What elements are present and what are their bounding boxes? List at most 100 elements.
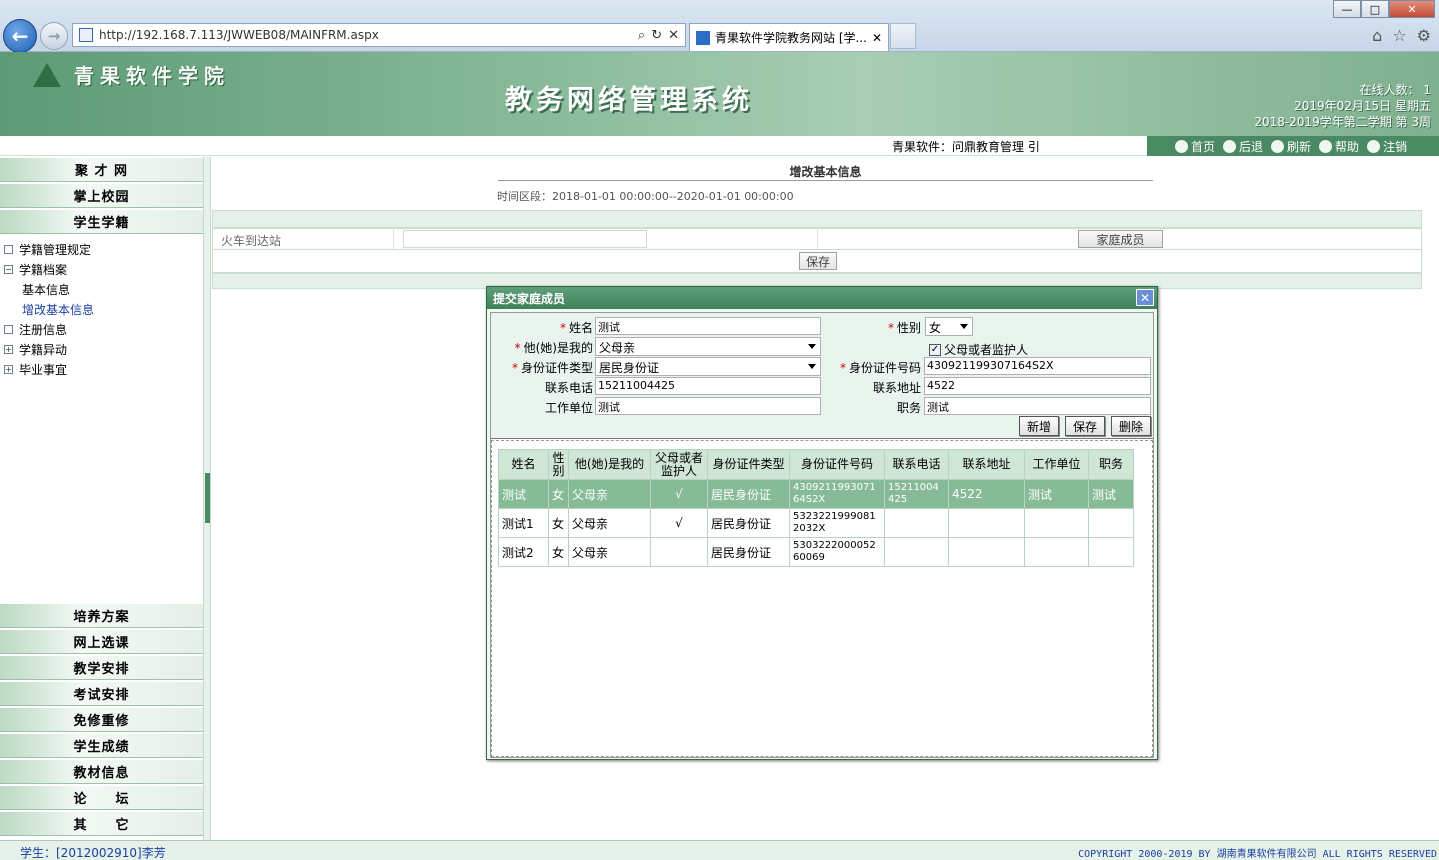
train-station-input[interactable] bbox=[403, 230, 647, 248]
time-range: 时间区段：2018-01-01 00:00:00--2020-01-01 00:… bbox=[497, 190, 794, 203]
search-icon[interactable]: ⌕ bbox=[638, 28, 645, 43]
col-header: 性别 bbox=[548, 449, 569, 480]
job-label: 职务 bbox=[896, 401, 921, 415]
forward-arrow-icon[interactable]: → bbox=[40, 22, 68, 50]
table-row[interactable]: 测试2 女父母亲 居民身份证 530322200005260069 bbox=[498, 537, 1134, 567]
workplace-field[interactable]: 测试 bbox=[595, 397, 821, 415]
tree-item-basic-info[interactable]: 基本信息 bbox=[4, 279, 203, 299]
new-tab-button[interactable] bbox=[890, 23, 916, 49]
browser-chrome: ← → http://192.168.7.113/JWWEB08/MAINFRM… bbox=[0, 0, 1439, 53]
menu-header-retake[interactable]: 免修重修 bbox=[0, 708, 203, 732]
tree-item-edit-basic-info[interactable]: 增改基本信息 bbox=[4, 299, 203, 319]
menu-header-campus[interactable]: 掌上校园 bbox=[0, 184, 203, 208]
student-info: 学生：[2012002910]李芳 bbox=[20, 846, 166, 860]
tree-item-change[interactable]: + 学籍异动 bbox=[4, 339, 203, 359]
chevron-down-icon bbox=[808, 364, 816, 369]
maximize-button[interactable]: □ bbox=[1361, 0, 1389, 18]
family-members-button[interactable]: 家庭成员 bbox=[1078, 230, 1163, 248]
close-icon[interactable]: ✕ bbox=[1136, 289, 1154, 306]
tab-close-icon[interactable]: ✕ bbox=[872, 31, 882, 45]
page-title: 增改基本信息 bbox=[789, 165, 862, 179]
address-url[interactable]: http://192.168.7.113/JWWEB08/MAINFRM.asp… bbox=[99, 28, 638, 42]
home-icon[interactable]: ⌂ bbox=[1372, 26, 1382, 45]
address-field[interactable]: 4522 bbox=[924, 377, 1151, 395]
panel-splitter[interactable] bbox=[203, 157, 211, 840]
nav-refresh[interactable]: 刷新 bbox=[1271, 138, 1311, 155]
page-icon bbox=[79, 28, 93, 42]
menu-header-plan[interactable]: 培养方案 bbox=[0, 604, 203, 628]
close-window-button[interactable]: ✕ bbox=[1389, 0, 1435, 18]
dialog-save-button[interactable]: 保存 bbox=[1065, 416, 1105, 436]
tree-item-graduation[interactable]: + 毕业事宜 bbox=[4, 359, 203, 379]
online-count: 在线人数： 1 bbox=[1359, 83, 1431, 97]
menu-header-teaching[interactable]: 教学安排 bbox=[0, 656, 203, 680]
system-title: 教务网络管理系统 bbox=[505, 85, 753, 116]
menu-header-other[interactable]: 其 它 bbox=[0, 812, 203, 836]
nav-logout[interactable]: 注销 bbox=[1367, 138, 1407, 155]
idtype-select[interactable]: 居民身份证 bbox=[595, 357, 821, 376]
nav-help[interactable]: 帮助 bbox=[1319, 138, 1359, 155]
delete-button[interactable]: 删除 bbox=[1111, 416, 1151, 436]
checkbox-icon[interactable]: ✓ bbox=[929, 343, 941, 356]
site-logo: 青果软件学院 bbox=[30, 60, 230, 89]
collapse-handle[interactable] bbox=[205, 473, 210, 523]
dialog-form: * 姓名 测试 * 性别 女 * 他(她)是我的 父母亲 ✓ 父母或者监护人 * 身份证件… bbox=[491, 313, 1153, 439]
job-field[interactable]: 测试 bbox=[924, 397, 1151, 415]
collapse-icon: − bbox=[4, 264, 13, 274]
save-button[interactable]: 保存 bbox=[799, 252, 837, 270]
member-grid-area: 姓名 性别 他(她)是我的 父母或者监护人 身份证件类型 身份证件号码 联系电话… bbox=[491, 440, 1153, 757]
col-header: 身份证件类型 bbox=[707, 449, 790, 480]
col-header: 职务 bbox=[1088, 449, 1134, 480]
gender-select[interactable]: 女 bbox=[925, 317, 973, 336]
browser-tab[interactable]: 青果软件学院教务网站 [学... ✕ bbox=[689, 23, 889, 51]
minimize-button[interactable]: — bbox=[1333, 0, 1361, 18]
menu-header-forum[interactable]: 论 坛 bbox=[0, 786, 203, 810]
refresh-icon bbox=[1271, 139, 1285, 153]
tree-item-registration[interactable]: 注册信息 bbox=[4, 319, 203, 339]
relation-label: * 他(她)是我的 bbox=[514, 341, 593, 355]
phone-field[interactable]: 15211004425 bbox=[595, 377, 821, 395]
power-icon bbox=[1367, 139, 1381, 153]
address-bar[interactable]: http://192.168.7.113/JWWEB08/MAINFRM.asp… bbox=[72, 23, 686, 47]
menu-header-course-select[interactable]: 网上选课 bbox=[0, 630, 203, 654]
menu-header-juzai[interactable]: 聚 才 网 bbox=[0, 158, 203, 182]
star-icon[interactable]: ☆ bbox=[1392, 26, 1406, 45]
menu-header-status[interactable]: 学生学籍 bbox=[0, 210, 203, 234]
back-arrow-icon[interactable]: ← bbox=[3, 19, 37, 53]
name-label: * 姓名 bbox=[559, 321, 593, 335]
dialog-body: * 姓名 测试 * 性别 女 * 他(她)是我的 父母亲 ✓ 父母或者监护人 * 身份证件… bbox=[490, 312, 1154, 758]
menu-header-exam[interactable]: 考试安排 bbox=[0, 682, 203, 706]
guardian-checkbox[interactable]: ✓ 父母或者监护人 bbox=[929, 341, 1028, 358]
menu-header-textbooks[interactable]: 教材信息 bbox=[0, 760, 203, 784]
copyright: COPYRIGHT 2000-2019 BY 湖南青果软件有限公司 ALL RI… bbox=[1078, 849, 1437, 860]
form-row: 火车到达站 家庭成员 bbox=[212, 228, 1422, 250]
current-term: 2018-2019学年第二学期 第 3周 bbox=[1254, 115, 1431, 129]
table-row[interactable]: 测试1 女父母亲 √ 居民身份证 53232219990812032X bbox=[498, 508, 1134, 538]
nav-home[interactable]: 首页 bbox=[1175, 138, 1215, 155]
add-button[interactable]: 新增 bbox=[1019, 416, 1059, 436]
gear-icon[interactable]: ⚙ bbox=[1417, 26, 1431, 45]
col-header: 工作单位 bbox=[1024, 449, 1089, 480]
tab-favicon bbox=[696, 30, 710, 45]
col-header: 联系电话 bbox=[884, 449, 949, 480]
col-header: 身份证件号码 bbox=[789, 449, 885, 480]
site-header: 青果软件学院 教务网络管理系统 在线人数： 1 2019年02月15日 星期五 … bbox=[0, 52, 1439, 136]
table-row[interactable]: 测试女父母亲 √ 居民身份证 430921199307164S2X 1521100442… bbox=[498, 479, 1134, 509]
nav-back[interactable]: 后退 bbox=[1223, 138, 1263, 155]
tree-item-rules[interactable]: 学籍管理规定 bbox=[4, 239, 203, 259]
left-menu: 聚 才 网 掌上校园 学生学籍 学籍管理规定 − 学籍档案 基本信息 增改基本信息… bbox=[0, 157, 203, 840]
train-station-label: 火车到达站 bbox=[221, 234, 282, 248]
menu-header-grades[interactable]: 学生成绩 bbox=[0, 734, 203, 758]
refresh-icon[interactable]: ↻ bbox=[651, 28, 662, 43]
form-band bbox=[212, 210, 1422, 228]
name-field[interactable]: 测试 bbox=[595, 317, 821, 335]
relation-select[interactable]: 父母亲 bbox=[595, 337, 821, 356]
help-icon bbox=[1319, 139, 1333, 153]
idno-field[interactable]: 430921199307164S2X bbox=[924, 357, 1151, 375]
header-info: 在线人数： 1 2019年02月15日 星期五 2018-2019学年第二学期 … bbox=[1254, 82, 1431, 130]
lower-menu: 培养方案 网上选课 教学安排 考试安排 免修重修 学生成绩 教材信息 论 坛 其… bbox=[0, 604, 203, 838]
tree-item-archive[interactable]: − 学籍档案 bbox=[4, 259, 203, 279]
back-icon bbox=[1223, 139, 1237, 153]
family-member-table: 姓名 性别 他(她)是我的 父母或者监护人 身份证件类型 身份证件号码 联系电话… bbox=[498, 449, 1134, 567]
stop-icon[interactable]: ✕ bbox=[668, 28, 679, 43]
